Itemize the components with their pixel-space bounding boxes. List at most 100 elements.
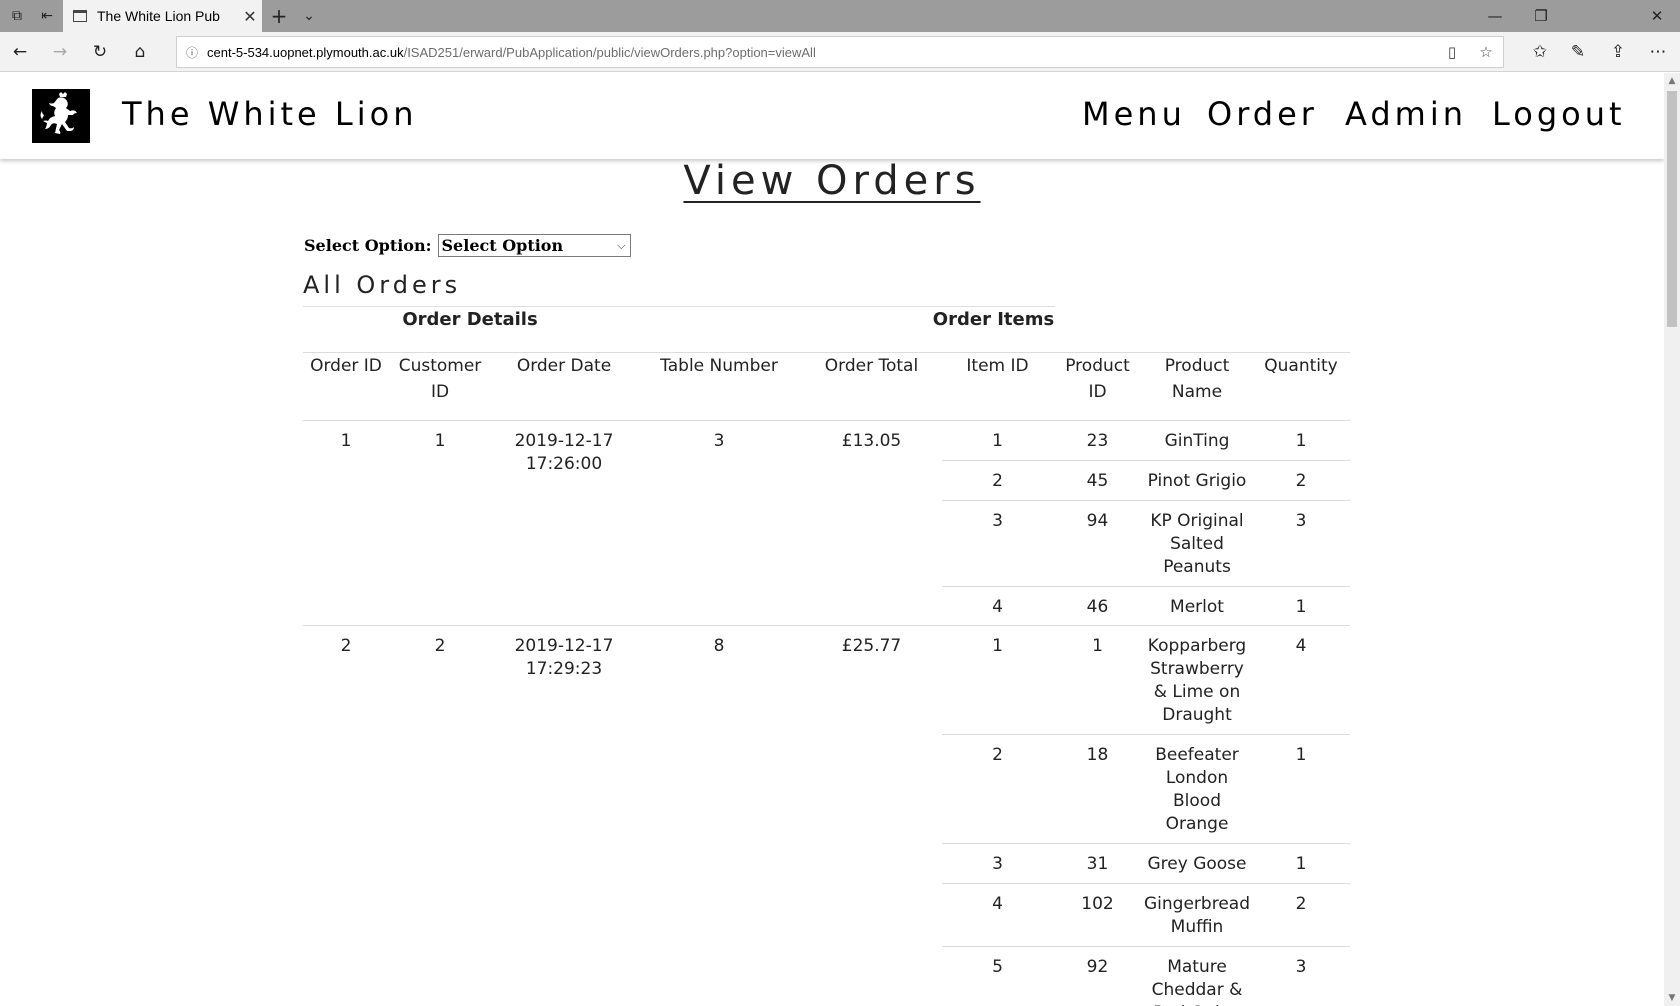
page-viewport: The White Lion Menu Order Admin Logout V… — [0, 73, 1664, 1006]
section-divider — [303, 306, 1055, 307]
orders-table: Order Details Order Items Order ID Custo… — [303, 309, 1350, 1006]
share-icon[interactable]: ⇪ — [1598, 32, 1638, 72]
product-name-cell: Beefeater London Blood Orange — [1142, 733, 1252, 843]
minimize-icon[interactable]: — — [1472, 0, 1518, 32]
lion-logo-icon[interactable] — [32, 89, 90, 143]
option-select[interactable]: Select Option ⌵ — [437, 234, 631, 257]
orders-table-body: 1 1 2019-12-17 17:26:00 3 £13.05 1 23 Gin… — [303, 419, 1350, 1006]
option-select-row: Select Option: Select Option ⌵ — [304, 234, 631, 257]
reading-view-icon[interactable]: ▯ — [1435, 43, 1469, 61]
order-date-cell: 2019-12-17 17:29:23 — [491, 624, 637, 1006]
order-id-cell: 1 — [303, 419, 389, 625]
product-name-cell: KP Original Salted Peanuts — [1142, 499, 1252, 586]
forward-icon[interactable]: → — [40, 32, 80, 72]
col-order-date: Order Date — [491, 351, 637, 420]
order-items-header: Order Items — [932, 309, 1055, 330]
product-id-cell: 18 — [1053, 733, 1142, 843]
order-total-cell: £25.77 — [801, 624, 942, 1006]
more-icon[interactable]: ⋯ — [1638, 32, 1678, 72]
quantity-cell: 1 — [1252, 733, 1350, 843]
table-number-cell: 8 — [637, 624, 801, 1006]
chevron-down-icon: ⌵ — [617, 239, 626, 252]
product-name-cell: Merlot — [1142, 585, 1252, 625]
close-window-icon[interactable]: ✕ — [1634, 0, 1680, 32]
table-row: 1 1 2019-12-17 17:26:00 3 £13.05 1 23 Gin… — [303, 419, 1350, 625]
product-id-cell: 31 — [1053, 842, 1142, 883]
product-id-cell: 102 — [1053, 882, 1142, 946]
page-scrollbar[interactable]: ▲ ▼ — [1664, 73, 1680, 1006]
quantity-cell: 4 — [1252, 624, 1350, 734]
col-product-id: Product ID — [1053, 351, 1142, 420]
home-icon[interactable]: ⌂ — [120, 32, 160, 72]
quantity-cell: 1 — [1252, 842, 1350, 883]
item-id-cell: 4 — [942, 882, 1053, 946]
browser-nav-bar: ← → ↻ ⌂ ⓘ cent-5-534.uopnet.plymouth.ac.… — [0, 32, 1680, 72]
product-id-cell: 1 — [1053, 624, 1142, 734]
site-title[interactable]: The White Lion — [122, 95, 417, 133]
product-name-cell: Gingerbread Muffin — [1142, 882, 1252, 946]
refresh-icon[interactable]: ↻ — [80, 32, 120, 72]
quantity-cell: 1 — [1252, 419, 1350, 460]
order-id-cell: 2 — [303, 624, 389, 1006]
page-title: View Orders — [683, 158, 981, 204]
quantity-cell: 3 — [1252, 945, 1350, 1006]
table-row: 2 2 2019-12-17 17:29:23 8 £25.77 1 1 Kopp… — [303, 624, 1350, 1006]
favorite-star-icon[interactable]: ☆ — [1469, 43, 1503, 61]
item-id-cell: 5 — [942, 945, 1053, 1006]
item-id-cell: 2 — [942, 733, 1053, 843]
product-name-cell: Pinot Grigio — [1142, 459, 1252, 500]
nav-admin-link[interactable]: Admin — [1345, 95, 1467, 133]
tab-preview-chevron-icon[interactable]: ⌄ — [294, 0, 324, 32]
site-header: The White Lion Menu Order Admin Logout — [0, 73, 1664, 159]
item-id-cell: 3 — [942, 842, 1053, 883]
notes-pen-icon[interactable]: ✎ — [1558, 32, 1598, 72]
product-id-cell: 46 — [1053, 585, 1142, 625]
back-icon[interactable]: ← — [0, 32, 40, 72]
item-id-cell: 2 — [942, 459, 1053, 500]
url-text[interactable]: cent-5-534.uopnet.plymouth.ac.uk/ISAD251… — [207, 45, 1435, 60]
nav-menu-link[interactable]: Menu — [1082, 95, 1186, 133]
order-date-cell: 2019-12-17 17:26:00 — [491, 419, 637, 625]
customer-id-cell: 2 — [389, 624, 491, 1006]
site-info-icon[interactable]: ⓘ — [177, 44, 207, 61]
scroll-down-icon[interactable]: ▼ — [1664, 990, 1680, 1006]
nav-order-link[interactable]: Order — [1207, 95, 1318, 133]
quantity-cell: 1 — [1252, 585, 1350, 625]
item-id-cell: 1 — [942, 419, 1053, 460]
product-name-cell: Mature Cheddar & Red Onion — [1142, 945, 1252, 1006]
col-quantity: Quantity — [1252, 351, 1350, 420]
tab-title: The White Lion Pub — [97, 8, 220, 24]
scroll-up-icon[interactable]: ▲ — [1664, 73, 1680, 89]
col-order-id: Order ID — [303, 351, 389, 420]
set-tabs-aside-icon[interactable]: ⇤ — [32, 0, 62, 32]
section-heading: All Orders — [303, 271, 462, 299]
page-icon — [73, 10, 87, 22]
product-name-cell: Grey Goose — [1142, 842, 1252, 883]
browser-tab[interactable]: The White Lion Pub ✕ — [63, 0, 262, 32]
scroll-thumb[interactable] — [1667, 91, 1677, 327]
tab-manager-icon[interactable]: ⧉ — [2, 0, 32, 32]
customer-id-cell: 1 — [389, 419, 491, 625]
product-id-cell: 23 — [1053, 419, 1142, 460]
order-details-header: Order Details — [402, 309, 538, 330]
favorites-icon[interactable]: ✩ — [1520, 32, 1560, 72]
item-id-cell: 1 — [942, 624, 1053, 734]
browser-tab-bar: ⧉ ⇤ The White Lion Pub ✕ + ⌄ — ❐ ✕ — [0, 0, 1680, 32]
new-tab-icon[interactable]: + — [264, 0, 294, 32]
close-tab-icon[interactable]: ✕ — [238, 7, 262, 26]
nav-logout-link[interactable]: Logout — [1492, 95, 1626, 133]
product-id-cell: 45 — [1053, 459, 1142, 500]
item-id-cell: 3 — [942, 499, 1053, 586]
restore-icon[interactable]: ❐ — [1518, 0, 1564, 32]
product-id-cell: 94 — [1053, 499, 1142, 586]
product-name-cell: GinTing — [1142, 419, 1252, 460]
col-product-name: Product Name — [1142, 351, 1252, 420]
col-item-id: Item ID — [942, 351, 1053, 420]
col-customer-id: Customer ID — [389, 351, 491, 420]
product-name-cell: Kopparberg Strawberry & Lime on Draught — [1142, 624, 1252, 734]
col-table-number: Table Number — [637, 351, 801, 420]
col-order-total: Order Total — [801, 351, 942, 420]
address-bar[interactable]: ⓘ cent-5-534.uopnet.plymouth.ac.uk/ISAD2… — [176, 36, 1504, 68]
order-total-cell: £13.05 — [801, 419, 942, 625]
quantity-cell: 2 — [1252, 459, 1350, 500]
